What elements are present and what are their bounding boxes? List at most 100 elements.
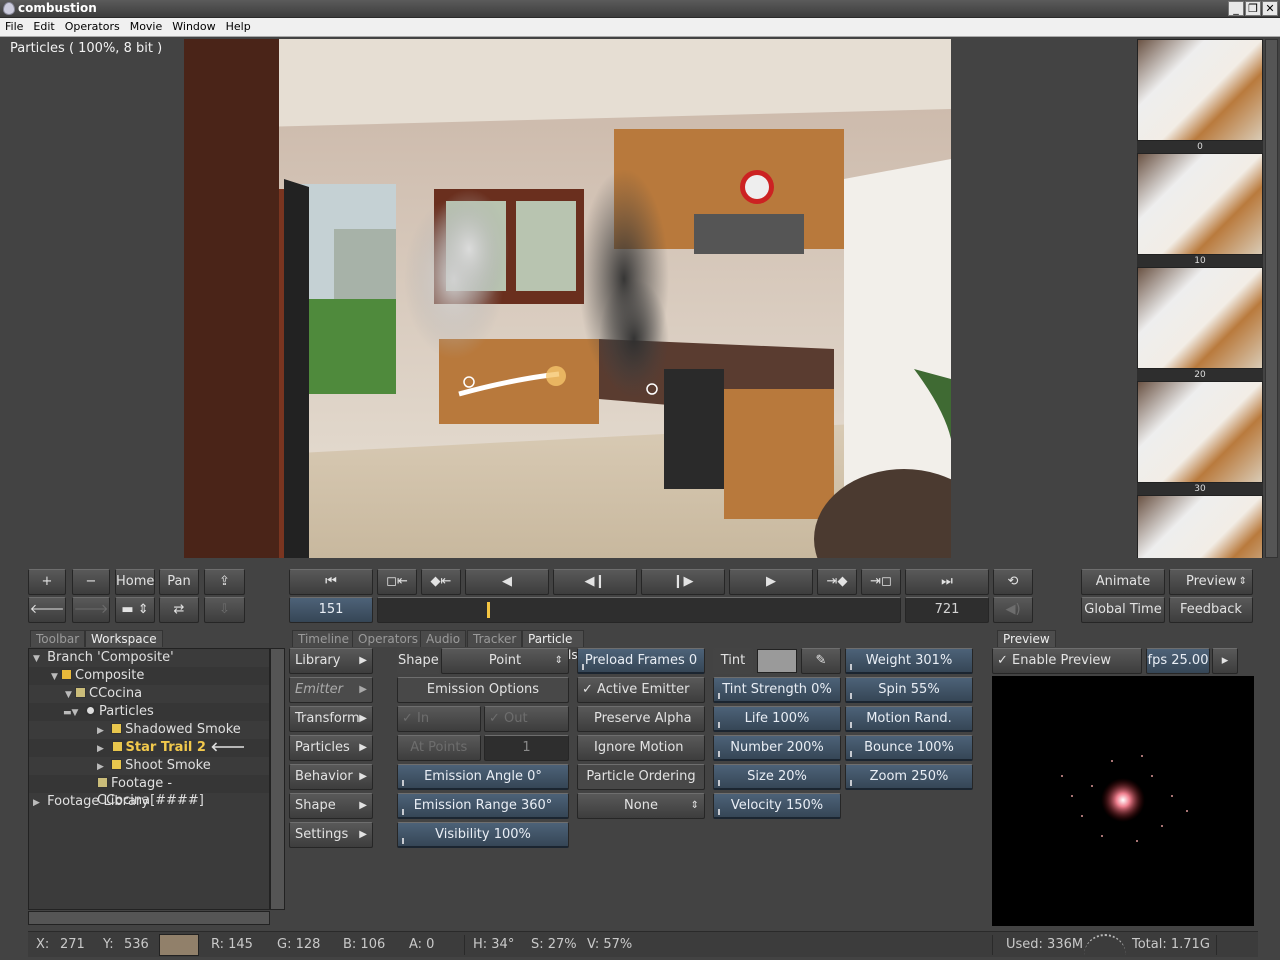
tab-operators[interactable]: Operators (352, 630, 424, 647)
weight-slider[interactable]: Weight 301% (845, 648, 973, 674)
ignore-motion-blur-checkbox[interactable]: Ignore Motion Blur (577, 735, 705, 779)
step-back-icon[interactable]: ◀❙ (553, 569, 637, 595)
tree-row-selected[interactable]: ▶ Star Trail 2 🡐 (29, 739, 269, 757)
restore-button[interactable]: ❐ (1245, 1, 1261, 16)
size-slider[interactable]: Size 20% (713, 764, 841, 790)
back-arrow-icon[interactable]: 🡐 (28, 597, 66, 623)
timeline-scrubber[interactable] (377, 597, 901, 623)
tree-horizontal-scrollbar[interactable] (28, 911, 270, 925)
expand-arrow-icon[interactable]: ▶ (97, 741, 107, 758)
menu-window[interactable]: Window (167, 18, 220, 33)
eyedropper-icon[interactable]: ✎ (801, 648, 841, 674)
go-to-end-icon[interactable]: ⏭ (905, 569, 989, 595)
current-frame-field[interactable]: 151 (289, 597, 373, 623)
number-slider[interactable]: Number 200% (713, 735, 841, 761)
play-forward-icon[interactable]: ▶ (729, 569, 813, 595)
thumbnail-frame[interactable] (1137, 495, 1263, 558)
side-menu-settings[interactable]: Settings ▶ (289, 822, 373, 848)
tree-row[interactable]: Footage - CCocina[####] (29, 775, 269, 808)
collapse-arrow-icon[interactable]: ▼ (65, 687, 75, 704)
side-menu-particles[interactable]: Particles ▶ (289, 735, 373, 761)
tab-toolbar[interactable]: Toolbar (30, 630, 86, 647)
feedback-button[interactable]: Feedback (1169, 597, 1253, 623)
shape-select[interactable]: Point ⇕ (441, 648, 569, 674)
prev-keyframe-icon[interactable]: ◆⇤ (421, 569, 461, 595)
next-keyframe-icon[interactable]: ⇥◆ (817, 569, 857, 595)
go-to-start-icon[interactable]: ⏮ (289, 569, 373, 595)
end-frame-field[interactable]: 721 (905, 597, 989, 623)
render-icon[interactable]: ⇩ (204, 597, 245, 623)
tree-row[interactable]: ▶ Footage Library (29, 793, 269, 811)
transfer-icon[interactable]: ⇄ (159, 597, 199, 623)
tint-color-swatch[interactable] (757, 649, 797, 673)
pan-button[interactable]: Pan (159, 569, 199, 595)
tab-particle-controls[interactable]: Particle Controls (522, 630, 584, 662)
tint-strength-slider[interactable]: Tint Strength 0% (713, 677, 841, 703)
life-slider[interactable]: Life 100% (713, 706, 841, 732)
zoom-slider[interactable]: Zoom 250% (845, 764, 973, 790)
menu-operators[interactable]: Operators (60, 18, 125, 33)
ordering-select[interactable]: None ⇕ (577, 793, 705, 819)
tree-row[interactable]: ▶ Shadowed Smoke (29, 721, 269, 739)
play-backward-icon[interactable]: ◀ (465, 569, 549, 595)
enable-preview-checkbox[interactable]: ✓ Enable Preview (992, 648, 1142, 674)
home-button[interactable]: Home (115, 569, 155, 595)
menu-edit[interactable]: Edit (28, 18, 59, 33)
side-menu-transform[interactable]: Transform ▶ (289, 706, 373, 732)
capture-icon[interactable]: ⇪ (204, 569, 245, 595)
minimize-button[interactable]: _ (1228, 1, 1244, 16)
thumbnail-frame[interactable] (1137, 39, 1263, 141)
tab-timeline[interactable]: Timeline (292, 630, 356, 647)
display-mode-icon[interactable]: ▬ ⇕ (115, 597, 155, 623)
zoom-out-button[interactable]: − (72, 569, 110, 595)
tree-row[interactable]: ▼ CCocina (29, 685, 269, 703)
thumbnail-frame[interactable] (1137, 381, 1263, 483)
thumbnail-frame[interactable] (1137, 153, 1263, 255)
tab-workspace[interactable]: Workspace (85, 630, 163, 647)
set-in-point-icon[interactable]: ◻⇤ (377, 569, 417, 595)
tab-audio[interactable]: Audio (420, 630, 467, 647)
global-time-select[interactable]: Global Time (1081, 597, 1165, 623)
tab-preview[interactable]: Preview (997, 630, 1056, 647)
workspace-tree[interactable]: ▼ Branch 'Composite' ▼ Composite ▼ CCocina… (28, 648, 270, 910)
forward-arrow-icon[interactable]: 🡒 (72, 597, 110, 623)
preview-mode-select[interactable]: Preview ⇕ (1169, 569, 1253, 595)
close-button[interactable]: ✕ (1262, 1, 1278, 16)
out-toggle[interactable]: ✓ Out (484, 706, 569, 732)
expand-arrow-icon[interactable]: ▶ (97, 723, 107, 740)
spin-slider[interactable]: Spin 55% (845, 677, 973, 703)
side-menu-shape[interactable]: Shape ▶ (289, 793, 373, 819)
collapse-arrow-icon[interactable]: ▼ (51, 669, 61, 686)
expand-arrow-icon[interactable]: ▶ (97, 759, 107, 776)
side-menu-emitter[interactable]: Emitter ▶ (289, 677, 373, 703)
menu-movie[interactable]: Movie (125, 18, 168, 33)
collapse-arrow-icon[interactable]: ▼ (33, 651, 43, 668)
step-forward-icon[interactable]: ❙▶ (641, 569, 725, 595)
audio-icon[interactable]: ◀) (993, 597, 1033, 623)
at-points-toggle[interactable]: At Points (397, 735, 481, 761)
composite-viewport[interactable] (184, 39, 951, 558)
tree-row[interactable]: ▬▼ Particles (29, 703, 269, 721)
velocity-slider[interactable]: Velocity 150% (713, 793, 841, 819)
emission-range-slider[interactable]: Emission Range 360° (397, 793, 569, 819)
menu-file[interactable]: File (0, 18, 28, 33)
preserve-alpha-checkbox[interactable]: Preserve Alpha (577, 706, 705, 732)
visibility-slider[interactable]: Visibility 100% (397, 822, 569, 848)
motion-rand-slider[interactable]: Motion Rand. 100% (845, 706, 973, 750)
animate-button[interactable]: Animate (1081, 569, 1165, 595)
active-emitter-checkbox[interactable]: ✓ Active Emitter (577, 677, 705, 703)
side-menu-behavior[interactable]: Behavior ▶ (289, 764, 373, 790)
set-out-point-icon[interactable]: ⇥◻ (861, 569, 901, 595)
preload-frames-slider[interactable]: Preload Frames 0 (577, 648, 705, 674)
tree-row[interactable]: ▼ Branch 'Composite' (29, 649, 269, 667)
tree-row[interactable]: ▼ Composite (29, 667, 269, 685)
emission-angle-slider[interactable]: Emission Angle 0° (397, 764, 569, 790)
zoom-in-button[interactable]: + (28, 569, 66, 595)
side-menu-library[interactable]: Library ▶ (289, 648, 373, 674)
expand-arrow-icon[interactable]: ▶ (33, 795, 43, 812)
thumbnail-strip[interactable]: 0 10 20 30 (1137, 39, 1263, 558)
tree-row[interactable]: ▶ Shoot Smoke (29, 757, 269, 775)
visibility-toggle-icon[interactable]: ▬▼ (63, 705, 85, 722)
preview-play-icon[interactable]: ▸ (1212, 648, 1238, 674)
tab-tracker[interactable]: Tracker (467, 630, 523, 647)
